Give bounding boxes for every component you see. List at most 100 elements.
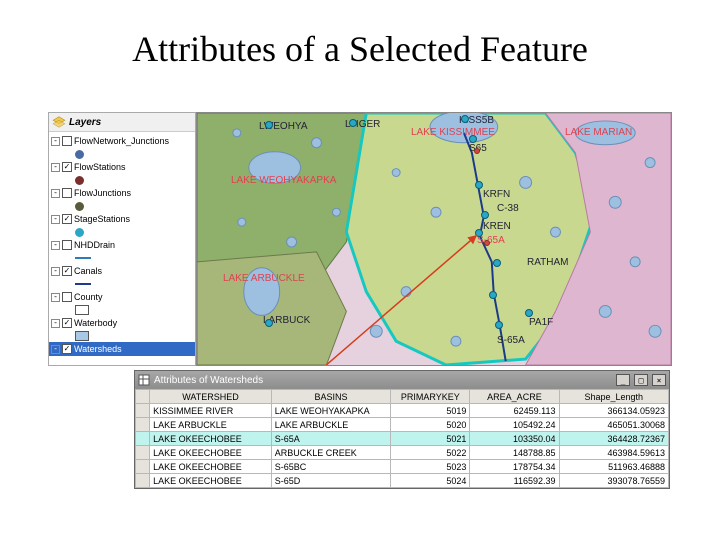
layer-item[interactable]: - Waterbody bbox=[49, 316, 195, 330]
stage-station-point[interactable] bbox=[475, 229, 483, 237]
row-handle[interactable] bbox=[136, 460, 150, 474]
visibility-checkbox[interactable] bbox=[62, 318, 72, 328]
layer-name: Waterbody bbox=[74, 317, 117, 329]
stage-station-point[interactable] bbox=[349, 119, 357, 127]
layer-symbol bbox=[49, 252, 195, 264]
layer-name: Canals bbox=[74, 265, 102, 277]
cell-basins: LAKE WEOHYAKAPKA bbox=[271, 404, 391, 418]
visibility-checkbox[interactable] bbox=[62, 292, 72, 302]
flow-junction-point[interactable] bbox=[484, 240, 490, 246]
visibility-checkbox[interactable] bbox=[62, 266, 72, 276]
table-row[interactable]: LAKE OKEECHOBEES-65D5024116592.39393078.… bbox=[136, 474, 669, 488]
toc-panel: Layers -FlowNetwork_Junctions-FlowStatio… bbox=[48, 112, 196, 366]
cell-watershed: KISSIMMEE RIVER bbox=[150, 404, 272, 418]
expand-toggle[interactable]: - bbox=[51, 293, 60, 302]
layer-name: FlowStations bbox=[74, 161, 126, 173]
stage-station-point[interactable] bbox=[469, 135, 477, 143]
maximize-button[interactable]: □ bbox=[634, 374, 648, 386]
layer-symbol bbox=[49, 200, 195, 212]
table-row[interactable]: KISSIMMEE RIVERLAKE WEOHYAKAPKA501962459… bbox=[136, 404, 669, 418]
expand-toggle[interactable]: - bbox=[51, 163, 60, 172]
expand-toggle[interactable]: - bbox=[51, 319, 60, 328]
cell-shape-length: 393078.76559 bbox=[559, 474, 668, 488]
map-svg bbox=[197, 113, 671, 365]
table-row[interactable]: LAKE OKEECHOBEES-65A5021103350.04364428.… bbox=[136, 432, 669, 446]
attribute-title: Attributes of Watersheds bbox=[154, 375, 263, 386]
column-header[interactable]: AREA_ACRE bbox=[470, 390, 559, 404]
toc-header-label: Layers bbox=[69, 117, 101, 128]
cell-basins: LAKE ARBUCKLE bbox=[271, 418, 391, 432]
expand-toggle[interactable]: - bbox=[51, 215, 60, 224]
stage-station-point[interactable] bbox=[493, 259, 501, 267]
cell-primarykey: 5021 bbox=[391, 432, 470, 446]
cell-area-acre: 116592.39 bbox=[470, 474, 559, 488]
cell-area-acre: 103350.04 bbox=[470, 432, 559, 446]
table-row[interactable]: LAKE OKEECHOBEEARBUCKLE CREEK5022148788.… bbox=[136, 446, 669, 460]
row-handle[interactable] bbox=[136, 418, 150, 432]
toc-header: Layers bbox=[49, 113, 195, 132]
layer-symbol bbox=[49, 148, 195, 160]
cell-primarykey: 5022 bbox=[391, 446, 470, 460]
expand-toggle[interactable]: - bbox=[51, 137, 60, 146]
layer-item[interactable]: - FlowJunctions bbox=[49, 186, 195, 200]
visibility-checkbox[interactable] bbox=[62, 162, 72, 172]
attribute-titlebar[interactable]: Attributes of Watersheds _ □ × bbox=[135, 371, 669, 389]
cell-watershed: LAKE OKEECHOBEE bbox=[150, 460, 272, 474]
row-handle[interactable] bbox=[136, 446, 150, 460]
stage-station-point[interactable] bbox=[265, 319, 273, 327]
slide-title: Attributes of a Selected Feature bbox=[0, 0, 720, 88]
layer-item[interactable]: -Watersheds bbox=[49, 342, 195, 356]
layer-item[interactable]: - FlowStations bbox=[49, 160, 195, 174]
close-button[interactable]: × bbox=[652, 374, 666, 386]
layer-item[interactable]: -FlowNetwork_Junctions bbox=[49, 134, 195, 148]
cell-area-acre: 178754.34 bbox=[470, 460, 559, 474]
flow-junction-point[interactable] bbox=[474, 148, 480, 154]
layer-name: FlowJunctions bbox=[74, 187, 131, 199]
stage-station-point[interactable] bbox=[475, 181, 483, 189]
cell-primarykey: 5019 bbox=[391, 404, 470, 418]
table-row[interactable]: LAKE OKEECHOBEES-65BC5023178754.34511963… bbox=[136, 460, 669, 474]
column-header[interactable]: WATERSHED bbox=[150, 390, 272, 404]
layer-item[interactable]: - Canals bbox=[49, 264, 195, 278]
row-handle[interactable] bbox=[136, 404, 150, 418]
row-handle[interactable] bbox=[136, 474, 150, 488]
map-view[interactable]: LWEOHYALTIGERKISS5BLAKE KISSIMMEELAKE MA… bbox=[196, 112, 672, 366]
layer-item[interactable]: - NHDDrain bbox=[49, 238, 195, 252]
layer-symbol bbox=[49, 174, 195, 186]
cell-area-acre: 105492.24 bbox=[470, 418, 559, 432]
table-row[interactable]: LAKE ARBUCKLELAKE ARBUCKLE5020105492.244… bbox=[136, 418, 669, 432]
cell-primarykey: 5020 bbox=[391, 418, 470, 432]
visibility-checkbox[interactable] bbox=[62, 188, 72, 198]
cell-watershed: LAKE ARBUCKLE bbox=[150, 418, 272, 432]
cell-watershed: LAKE OKEECHOBEE bbox=[150, 474, 272, 488]
stage-station-point[interactable] bbox=[481, 211, 489, 219]
column-header[interactable]: BASINS bbox=[271, 390, 391, 404]
stage-station-point[interactable] bbox=[525, 309, 533, 317]
table-icon bbox=[138, 374, 150, 386]
stage-station-point[interactable] bbox=[489, 291, 497, 299]
stage-station-point[interactable] bbox=[461, 115, 469, 123]
stage-station-point[interactable] bbox=[265, 121, 273, 129]
expand-toggle[interactable]: - bbox=[51, 267, 60, 276]
layer-name: StageStations bbox=[74, 213, 130, 225]
visibility-checkbox[interactable] bbox=[62, 344, 72, 354]
stage-station-point[interactable] bbox=[495, 321, 503, 329]
column-header[interactable]: PRIMARYKEY bbox=[391, 390, 470, 404]
layer-item[interactable]: - StageStations bbox=[49, 212, 195, 226]
minimize-button[interactable]: _ bbox=[616, 374, 630, 386]
attribute-grid[interactable]: WATERSHEDBASINSPRIMARYKEYAREA_ACREShape_… bbox=[135, 389, 669, 488]
visibility-checkbox[interactable] bbox=[62, 214, 72, 224]
expand-toggle[interactable]: - bbox=[51, 345, 60, 354]
expand-toggle[interactable]: - bbox=[51, 189, 60, 198]
row-handle[interactable] bbox=[136, 432, 150, 446]
visibility-checkbox[interactable] bbox=[62, 136, 72, 146]
visibility-checkbox[interactable] bbox=[62, 240, 72, 250]
expand-toggle[interactable]: - bbox=[51, 241, 60, 250]
layer-item[interactable]: -County bbox=[49, 290, 195, 304]
toc-body: -FlowNetwork_Junctions-FlowStations-Flow… bbox=[49, 132, 195, 358]
layer-name: NHDDrain bbox=[74, 239, 115, 251]
column-header[interactable]: Shape_Length bbox=[559, 390, 668, 404]
layer-symbol bbox=[49, 304, 195, 316]
cell-shape-length: 463984.59613 bbox=[559, 446, 668, 460]
layers-icon bbox=[52, 115, 66, 129]
